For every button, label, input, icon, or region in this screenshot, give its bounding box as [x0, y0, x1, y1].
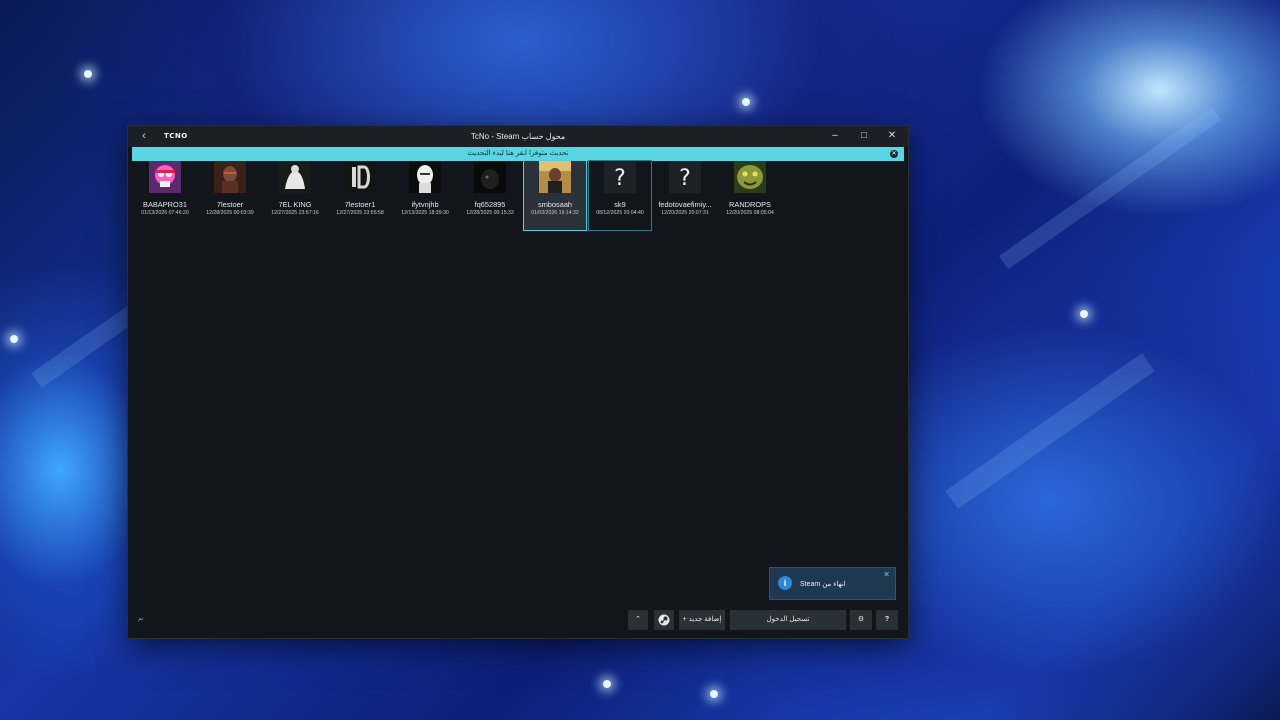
account-name: sk9 — [614, 200, 626, 209]
hand-sketch-avatar — [279, 161, 311, 193]
wallpaper-streak — [945, 353, 1155, 509]
account-card[interactable]: RANDROPS 12/20/2025 08:05:04 — [719, 161, 781, 230]
dark-figure-avatar — [474, 161, 506, 193]
armored-warrior-avatar — [214, 161, 246, 193]
settings-button[interactable]: ⚙ — [850, 610, 872, 630]
close-banner-icon[interactable]: ✕ — [890, 150, 898, 158]
account-last-login: 12/27/2025 23:55:58 — [336, 210, 384, 216]
add-new-button[interactable]: + إضافة جديد — [679, 610, 725, 630]
wallpaper-sparkle — [710, 690, 718, 698]
login-label: تسجيل الدخول — [766, 616, 810, 623]
account-name: 7lestoer1 — [344, 200, 376, 209]
account-card[interactable]: fq652895 12/28/2025 00:15:33 — [459, 161, 521, 230]
chevron-up-icon: ⌃ — [635, 616, 641, 623]
minimize-icon[interactable]: – — [827, 129, 843, 143]
close-icon[interactable]: ✕ — [884, 129, 900, 143]
account-last-login: 12/20/2025 08:05:04 — [726, 210, 774, 216]
account-name: ifytvnjhb — [411, 200, 439, 209]
account-last-login: 12/28/2025 00:03:39 — [206, 210, 254, 216]
help-button[interactable]: ? — [876, 610, 898, 630]
account-list: BABAPRO31 01/13/2026 07:46:20 7lestoer 1… — [134, 160, 906, 231]
account-name: RANDROPS — [729, 200, 771, 209]
close-toast-icon[interactable]: ✕ — [883, 570, 890, 579]
pink-skull-avatar — [149, 161, 181, 193]
account-name: 7EL KING — [278, 200, 312, 209]
account-card-selected[interactable]: smbosaah 01/03/2026 19:14:32 — [523, 160, 587, 231]
account-name: fedotovaefimiy... — [658, 200, 712, 209]
steam-button[interactable] — [654, 610, 674, 630]
account-card[interactable]: ? sk9 08/12/2025 20:04:40 — [588, 160, 652, 231]
wallpaper-sparkle — [84, 70, 92, 78]
update-message[interactable]: تحديث متوفرا انقر هنا لبدء التحديث — [132, 147, 904, 161]
account-last-login: 12/20/2025 20:07:31 — [661, 210, 709, 216]
toast-text: Steam انهاء من — [800, 581, 846, 588]
wallpaper-streak — [998, 106, 1222, 270]
question-mark-avatar: ? — [669, 161, 701, 193]
question-mark-avatar: ? — [604, 161, 636, 193]
bald-man-avatar — [409, 161, 441, 193]
wallpaper-sparkle — [1080, 310, 1088, 318]
account-card[interactable]: 7lestoer 12/28/2025 00:03:39 — [199, 161, 261, 230]
green-creature-avatar — [734, 161, 766, 193]
wallpaper-sparkle — [742, 98, 750, 106]
account-last-login: 01/03/2026 19:14:32 — [531, 210, 579, 216]
window-title: TcNo - Steam محول حساب — [470, 132, 566, 141]
account-last-login: 12/28/2025 00:15:33 — [466, 210, 514, 216]
account-last-login: 01/13/2026 07:46:20 — [141, 210, 189, 216]
info-icon: i — [778, 576, 792, 590]
wallpaper-sparkle — [10, 335, 18, 343]
svg-text:?: ? — [679, 166, 691, 191]
update-banner[interactable]: تحديث متوفرا انقر هنا لبدء التحديث ✕ — [132, 147, 904, 161]
id-logo-avatar — [344, 161, 376, 193]
app-window: ‹ TCNO TcNo - Steam محول حساب – □ ✕ تحدي… — [128, 126, 908, 638]
login-button[interactable]: تسجيل الدخول — [730, 610, 846, 630]
account-card[interactable]: BABAPRO31 01/13/2026 07:46:20 — [134, 161, 196, 230]
steam-icon — [658, 614, 670, 626]
account-last-login: 12/13/2025 18:39:30 — [401, 210, 449, 216]
account-card[interactable]: ? fedotovaefimiy... 12/20/2025 20:07:31 — [654, 161, 716, 230]
title-bar[interactable]: ‹ TCNO TcNo - Steam محول حساب – □ ✕ — [128, 126, 908, 147]
account-name: 7lestoer — [216, 200, 244, 209]
person-photo-avatar — [539, 161, 571, 193]
add-new-label: إضافة جديد — [688, 616, 722, 623]
plus-icon: + — [682, 616, 687, 623]
expand-button[interactable]: ⌃ — [628, 610, 648, 630]
account-card[interactable]: ifytvnjhb 12/13/2025 18:39:30 — [394, 161, 456, 230]
maximize-icon[interactable]: □ — [856, 129, 872, 143]
account-name: BABAPRO31 — [143, 200, 187, 209]
filter-label[interactable]: تم — [138, 615, 144, 622]
wallpaper-sparkle — [603, 680, 611, 688]
gear-icon: ⚙ — [857, 616, 865, 623]
help-icon: ? — [884, 616, 890, 623]
svg-text:?: ? — [614, 166, 626, 191]
account-card[interactable]: 7lestoer1 12/27/2025 23:55:58 — [329, 161, 391, 230]
notification-toast[interactable]: i Steam انهاء من ✕ — [769, 567, 896, 600]
account-last-login: 08/12/2025 20:04:40 — [596, 210, 644, 216]
account-name: fq652895 — [474, 200, 506, 209]
account-name: smbosaah — [537, 200, 573, 209]
account-card[interactable]: 7EL KING 12/27/2025 23:57:16 — [264, 161, 326, 230]
account-last-login: 12/27/2025 23:57:16 — [271, 210, 319, 216]
bottom-bar: تم ⌃ + إضافة جديد تسجيل الدخول ⚙ ? — [128, 607, 908, 633]
